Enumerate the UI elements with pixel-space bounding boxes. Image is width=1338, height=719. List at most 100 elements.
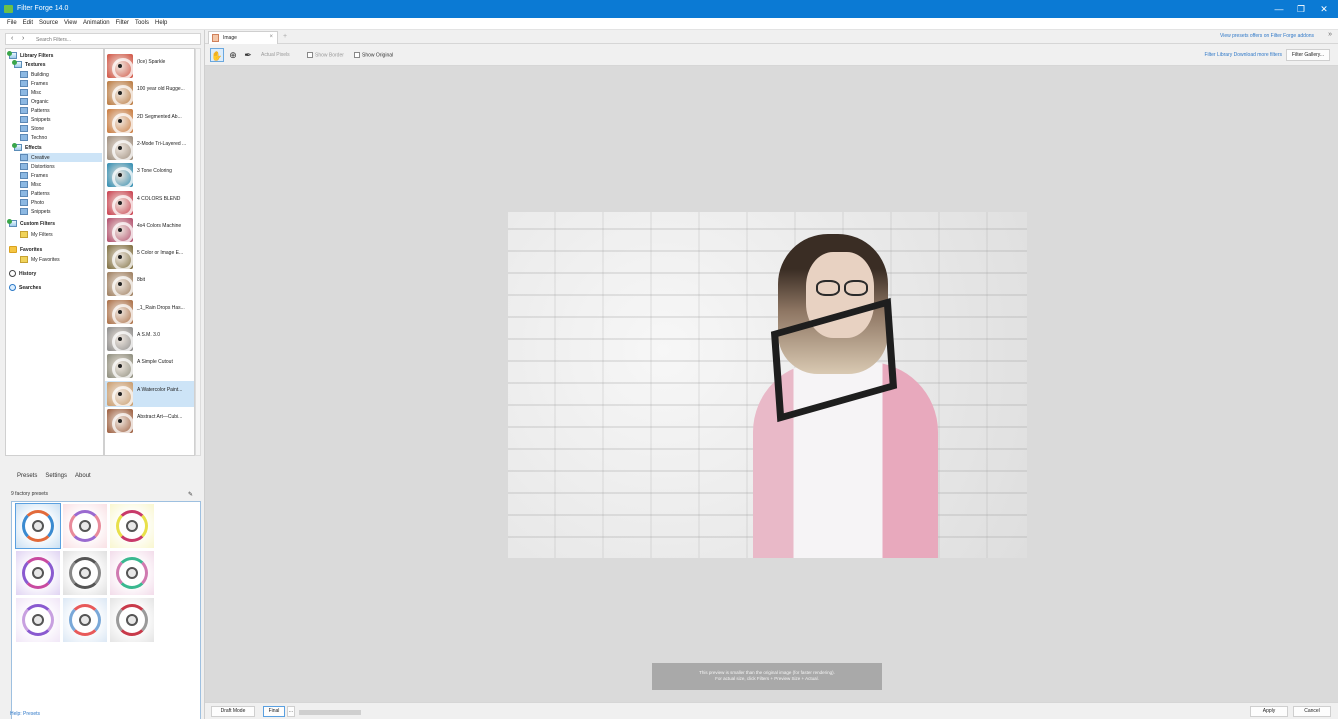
menu-item-file[interactable]: File <box>7 20 17 26</box>
preset-eye <box>126 614 138 626</box>
filter-name: A Simple Cutout <box>137 359 173 366</box>
menu-item-source[interactable]: Source <box>39 20 58 26</box>
filter-list-item[interactable]: A S.M. 3.0 <box>105 326 194 352</box>
filter-list-scrollbar[interactable] <box>195 48 201 456</box>
tab-image[interactable]: Image × <box>208 31 278 44</box>
menu-item-edit[interactable]: Edit <box>23 20 33 26</box>
preset-thumbnail[interactable] <box>110 504 154 548</box>
filter-list-item[interactable]: 2D Segmented Ab... <box>105 108 194 134</box>
tree-item-searches[interactable]: Searches <box>9 283 102 292</box>
filter-list-item[interactable]: 8bit <box>105 271 194 297</box>
preset-eye <box>126 520 138 532</box>
preset-thumbnail[interactable] <box>16 598 60 642</box>
new-tab-button[interactable]: + <box>283 33 287 40</box>
filter-list-item[interactable]: A Simple Cutout <box>105 353 194 379</box>
preset-eye <box>32 520 44 532</box>
filter-list-item[interactable]: A Watercolor Paint... <box>105 380 194 407</box>
help-presets-link[interactable]: Help: Presets <box>10 711 40 717</box>
tree-item-organic[interactable]: Organic <box>20 97 102 106</box>
tree-item-effects[interactable]: Effects <box>12 143 102 152</box>
category-tree: Library Filters Textures Building Frames Mis… <box>5 48 104 456</box>
pin-icon[interactable]: ✎ <box>188 491 193 498</box>
minimize-button[interactable]: — <box>1271 3 1287 15</box>
preset-thumbnail[interactable] <box>16 551 60 595</box>
filter-list-item[interactable]: Abstract Art—Cubi... <box>105 408 194 434</box>
render-options-button[interactable]: ... <box>287 706 295 717</box>
show-original-checkbox[interactable]: Show Original <box>354 52 393 58</box>
back-icon[interactable]: ‹ <box>11 35 13 42</box>
tree-item-library-filters[interactable]: Library Filters <box>7 51 102 60</box>
tree-item-label: Stone <box>31 125 45 132</box>
online-presets-link[interactable]: View presets offers on Filter Forge addo… <box>1220 33 1314 39</box>
tree-item-distortions[interactable]: Distortions <box>20 162 102 171</box>
preset-thumbnail[interactable] <box>63 598 107 642</box>
tree-item-creative[interactable]: Creative <box>20 153 102 162</box>
close-tab-icon[interactable]: × <box>269 34 273 40</box>
filter-list-item[interactable]: (Ice) Sparkle <box>105 53 194 79</box>
tree-item-stone[interactable]: Stone <box>20 124 102 133</box>
filter-list-item[interactable]: 4x4 Colors Machine <box>105 217 194 243</box>
eyedropper-icon[interactable]: ✒ <box>241 48 255 62</box>
library-icon <box>7 219 17 227</box>
tab-presets[interactable]: Presets <box>17 473 37 479</box>
final-button[interactable]: Final <box>263 706 285 717</box>
preset-thumbnail[interactable] <box>110 551 154 595</box>
tree-item-misc[interactable]: Misc <box>20 180 102 189</box>
tree-item-snippets[interactable]: Snippets <box>20 115 102 124</box>
hand-tool-icon[interactable]: ✋ <box>210 48 224 62</box>
filter-list-item[interactable]: 5 Color or Image E... <box>105 244 194 270</box>
tree-item-label: Photo <box>31 199 45 206</box>
menu-item-help[interactable]: Help <box>155 20 167 26</box>
filter-list-item[interactable]: 100 year old Rugge... <box>105 80 194 106</box>
maximize-button[interactable]: ❐ <box>1293 3 1309 15</box>
preset-grid <box>11 501 201 719</box>
forward-icon[interactable]: › <box>22 35 24 42</box>
close-button[interactable]: ✕ <box>1316 3 1332 15</box>
tree-item-label: Building <box>31 71 49 78</box>
preset-thumbnail[interactable] <box>63 504 107 548</box>
tree-item-patterns[interactable]: Patterns <box>20 106 102 115</box>
tab-about[interactable]: About <box>75 473 91 479</box>
actual-pixels-button[interactable]: Actual Pixels <box>261 52 290 58</box>
preview-canvas[interactable]: This preview is smaller than the origina… <box>205 66 1338 702</box>
tab-settings[interactable]: Settings <box>45 473 67 479</box>
filter-list-item[interactable]: 2-Mode Tri-Layered ... <box>105 135 194 161</box>
tree-item-techno[interactable]: Techno <box>20 133 102 142</box>
preset-thumbnail[interactable] <box>63 551 107 595</box>
tree-item-frames[interactable]: Frames <box>20 171 102 180</box>
preset-thumbnail[interactable] <box>110 598 154 642</box>
menu-item-filter[interactable]: Filter <box>116 20 129 26</box>
draft-mode-button[interactable]: Draft Mode <box>211 706 255 717</box>
search-filters-input[interactable] <box>36 35 186 44</box>
tree-item-photo[interactable]: Photo <box>20 198 102 207</box>
folder-icon <box>20 154 28 161</box>
cancel-button[interactable]: Cancel <box>1293 706 1331 717</box>
menu-item-tools[interactable]: Tools <box>135 20 149 26</box>
apply-button[interactable]: Apply <box>1250 706 1288 717</box>
filter-list-item[interactable]: 4 COLORS BLEND <box>105 190 194 216</box>
filter-list-item[interactable]: 3 Tone Coloring <box>105 162 194 188</box>
tree-item-misc[interactable]: Misc <box>20 88 102 97</box>
filter-library-links[interactable]: Filter Library Download more filters <box>1204 52 1282 58</box>
tree-item-history[interactable]: History <box>9 269 102 278</box>
tree-item-patterns[interactable]: Patterns <box>20 189 102 198</box>
preview-image[interactable] <box>508 212 1027 558</box>
zoom-icon[interactable]: ⊕ <box>226 48 240 62</box>
menu-item-view[interactable]: View <box>64 20 77 26</box>
tree-item-building[interactable]: Building <box>20 70 102 79</box>
tree-item-custom-filters[interactable]: Custom Filters <box>7 219 102 228</box>
preset-thumbnail[interactable] <box>15 503 61 549</box>
filter-gallery-button[interactable]: Filter Gallery... <box>1286 49 1330 61</box>
tree-item-frames[interactable]: Frames <box>20 79 102 88</box>
tree-item-my-filters[interactable]: My Filters <box>20 230 102 239</box>
tree-item-my-favorites[interactable]: My Favorites <box>20 255 102 264</box>
tree-item-favorites[interactable]: Favorites <box>9 245 102 254</box>
chevron-right-icon[interactable]: » <box>1328 31 1332 38</box>
tree-item-textures[interactable]: Textures <box>12 60 102 69</box>
presets-panel: Presets Settings About 9 factory presets… <box>5 463 201 719</box>
filter-list-item[interactable]: _1_Rain Drops Has... <box>105 299 194 325</box>
menu-item-animation[interactable]: Animation <box>83 20 110 26</box>
show-border-checkbox[interactable]: Show Border <box>307 52 344 58</box>
title-bar: Filter Forge 14.0 — ❐ ✕ <box>0 0 1338 18</box>
tree-item-snippets[interactable]: Snippets <box>20 207 102 216</box>
